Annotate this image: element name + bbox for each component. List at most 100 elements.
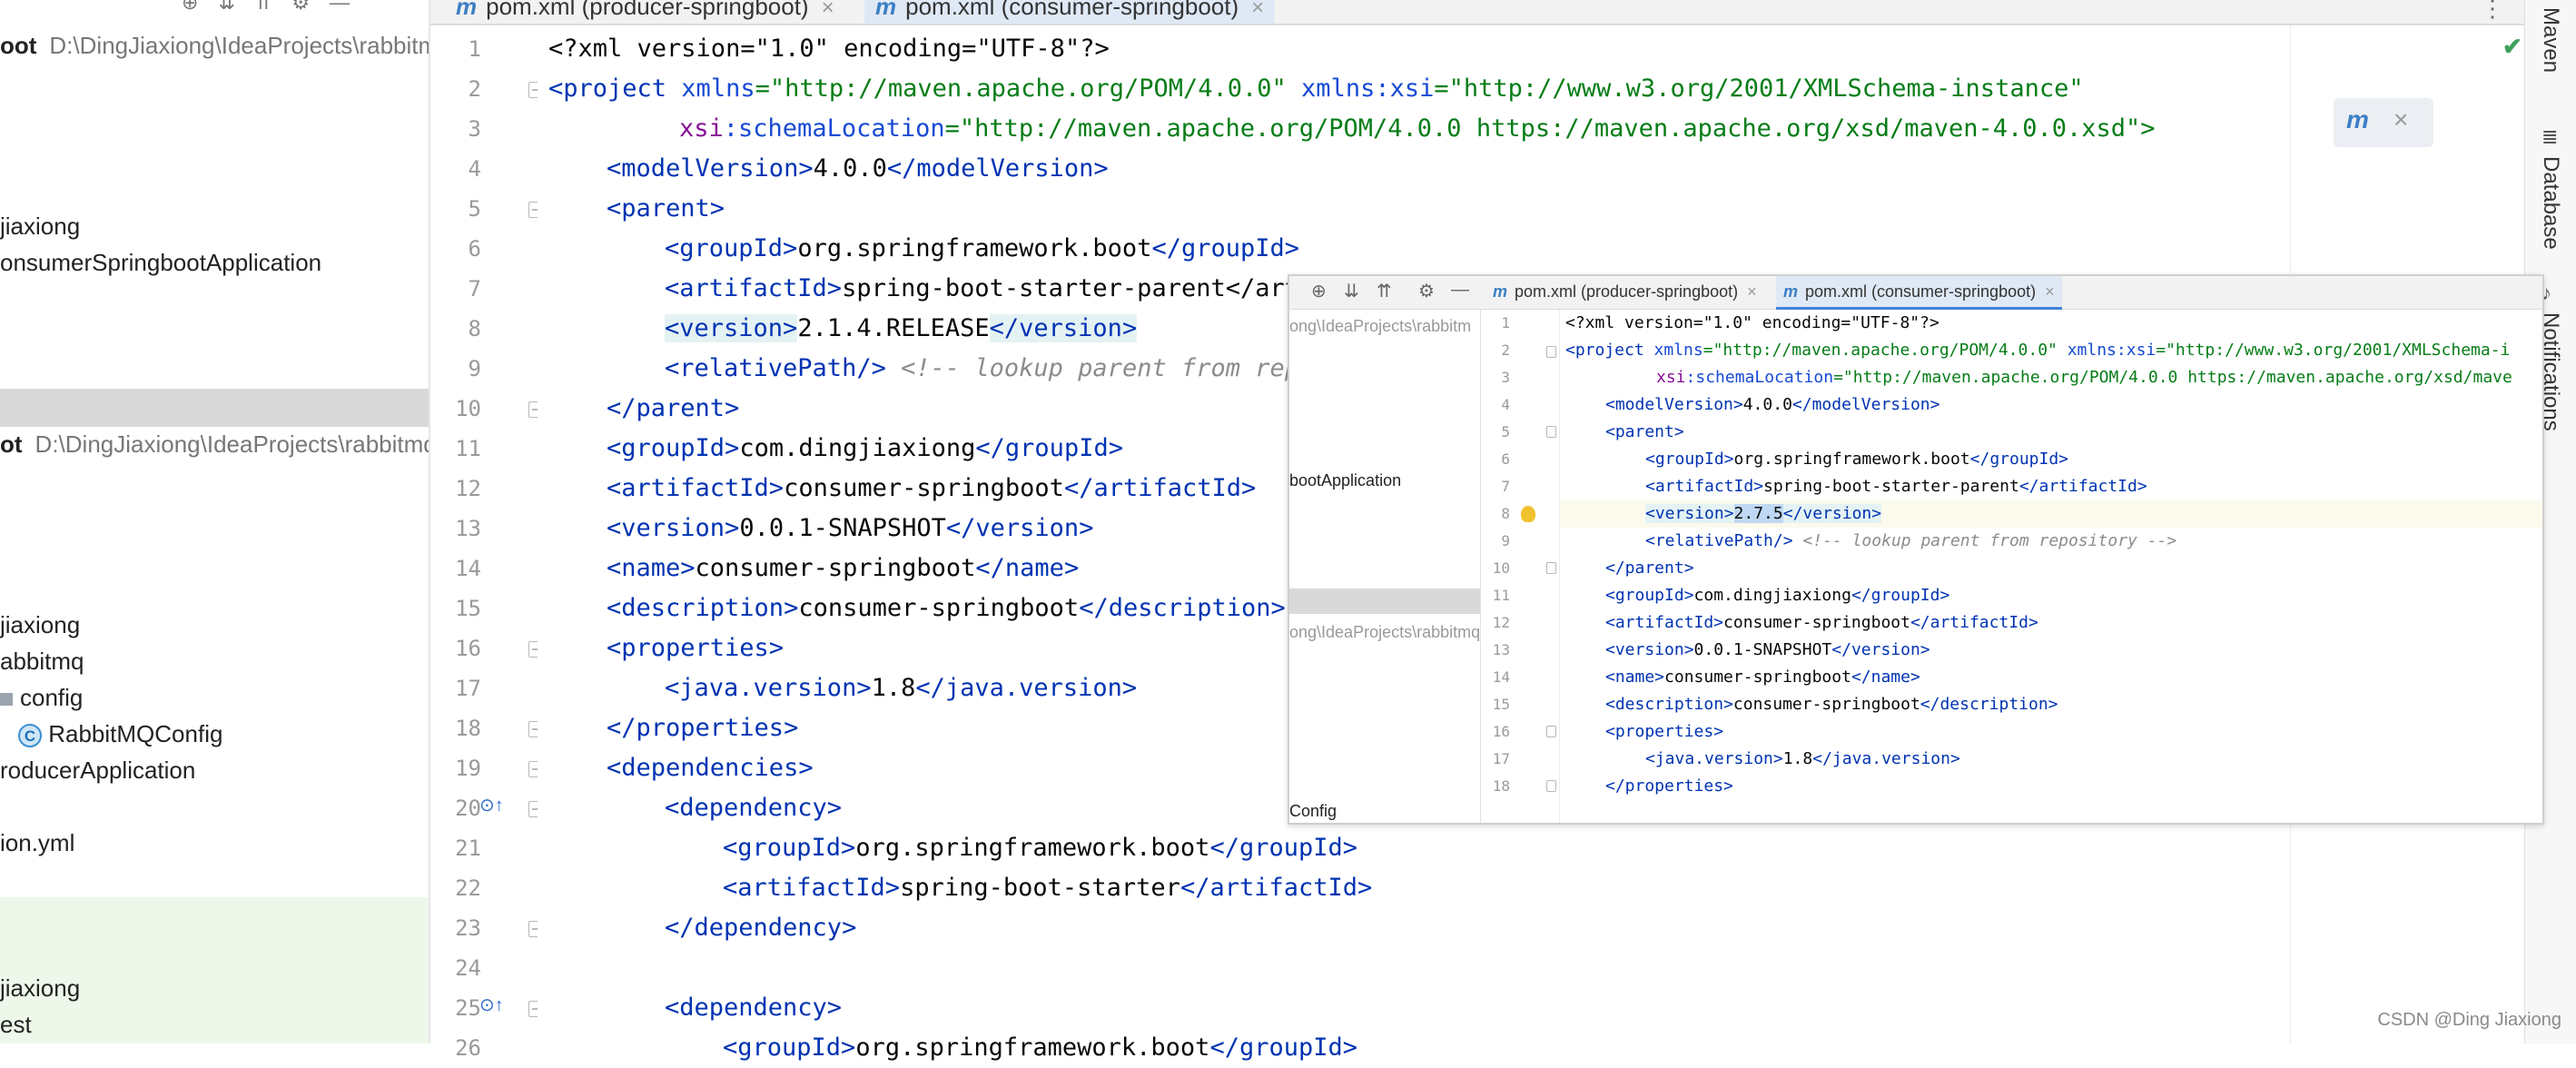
code-line-8: <version>2.1.4.RELEASE</version> — [665, 314, 1138, 342]
tree-item-test[interactable]: est — [0, 1006, 32, 1043]
java-version-value: 1.8 — [871, 674, 916, 702]
code-line-7: <artifactId>spring-boot-starter-parent</… — [1645, 477, 2147, 496]
code-line-12: <artifactId>consumer-springboot</artifac… — [1605, 613, 2038, 632]
line-number: 7 — [1501, 478, 1510, 495]
close-icon[interactable]: × — [1251, 0, 1264, 20]
maven-tool-button[interactable]: Maven — [2538, 7, 2563, 73]
line-number: 7 — [468, 276, 481, 302]
tree-item-label[interactable]: bootApplication — [1289, 468, 1401, 493]
tree-item-application-yml[interactable]: ion.yml — [0, 825, 74, 861]
collapse-all-icon[interactable]: ⇈ — [255, 0, 271, 15]
collapse-all-icon[interactable]: ⇈ — [1377, 280, 1392, 302]
fold-marker-icon[interactable] — [1546, 780, 1556, 792]
line-number: 5 — [1501, 423, 1510, 440]
maven-file-icon: m — [456, 0, 478, 20]
code-line-6: <groupId>org.springframework.boot</group… — [665, 234, 1300, 262]
line-number: 1 — [468, 36, 481, 62]
inset-tab-producer-pom[interactable]: m pom.xml (producer-springboot) × — [1485, 276, 1764, 307]
line-number: 10 — [455, 396, 481, 421]
more-options-icon[interactable]: ⋮ — [2481, 0, 2504, 23]
tree-item-consumer-app[interactable]: onsumerSpringbootApplication — [0, 244, 321, 281]
tab-label: pom.xml (producer-springboot) — [486, 0, 809, 20]
code-line-3: xsi:schemaLocation="http://maven.apache.… — [1656, 364, 2512, 391]
code-line-21: <groupId>org.springframework.boot</group… — [723, 834, 1358, 862]
tree-item-package[interactable]: jiaxiong — [0, 208, 80, 244]
xml-attr: :schemaLocation — [723, 114, 945, 143]
line-number: 17 — [455, 676, 481, 701]
line-number: 14 — [455, 556, 481, 581]
xml-attr: xmlns:xsi — [2057, 341, 2157, 360]
tree-item-producer-app[interactable]: roducerApplication — [0, 752, 195, 788]
version-value: 0.0.1-SNAPSHOT — [739, 514, 946, 542]
line-number: 8 — [1501, 505, 1510, 522]
line-number: 13 — [455, 516, 481, 541]
tree-item-producer-module[interactable]: ot D:\DingJiaxiong\IdeaProjects\rabbitmq — [0, 426, 429, 462]
code-line-13: <version>0.0.1-SNAPSHOT</version> — [1605, 640, 1930, 659]
code-line-12: <artifactId>consumer-springboot</artifac… — [607, 474, 1257, 502]
editor-gutter: 1 2 3 4 5 6 7 8 9 10 11 12 13 14 15 16 1… — [430, 25, 543, 1061]
xml-tag: <project — [548, 74, 667, 103]
description-value: consumer-springboot — [798, 594, 1080, 622]
fold-marker-icon[interactable] — [1546, 426, 1556, 438]
gear-icon[interactable]: ⚙ — [291, 0, 310, 15]
close-icon[interactable]: × — [1747, 282, 1757, 301]
line-number: 20 — [455, 796, 481, 821]
code-line-2: <project xmlns="http://maven.apache.org/… — [548, 69, 2084, 109]
line-number: 8 — [468, 316, 481, 341]
tab-label: pom.xml (consumer-springboot) — [1805, 282, 2037, 301]
line-number: 4 — [468, 156, 481, 182]
dependency-group-id: org.springframework.boot — [855, 1033, 1210, 1062]
line-number: 2 — [1501, 341, 1510, 359]
watermark: CSDN @Ding Jiaxiong — [2377, 1010, 2561, 1030]
close-icon[interactable]: × — [2045, 282, 2055, 301]
name-value: consumer-springboot — [1664, 668, 1851, 687]
target-icon[interactable]: ⊕ — [182, 0, 198, 15]
tree-item-consumer-module[interactable]: oot D:\DingJiaxiong\IdeaProjects\rabbitm — [0, 27, 429, 64]
tree-item-package[interactable]: abbitmq — [0, 643, 84, 679]
hide-icon[interactable]: — — [1451, 280, 1469, 301]
maven-reload-popup[interactable]: m × — [2334, 98, 2433, 147]
fold-marker-icon[interactable] — [1546, 562, 1556, 574]
check-icon[interactable]: ✔ — [2502, 33, 2522, 61]
hide-icon[interactable]: — — [330, 0, 350, 15]
lightbulb-icon[interactable] — [1521, 506, 1535, 522]
tree-item-config-folder[interactable]: config — [0, 679, 83, 716]
close-icon[interactable]: × — [2393, 105, 2408, 134]
maven-reload-icon[interactable]: m — [2346, 105, 2369, 134]
code-line-14: <name>consumer-springboot</name> — [1605, 668, 1920, 687]
tree-item-rabbitmq-config[interactable]: C RabbitMQConfig — [18, 716, 222, 752]
close-icon[interactable]: × — [822, 0, 834, 20]
dependency-group-id: org.springframework.boot — [855, 834, 1210, 862]
line-number: 5 — [468, 196, 481, 222]
line-number: 26 — [455, 1035, 481, 1061]
tree-item-package[interactable]: jiaxiong — [0, 607, 80, 643]
code-line-6: <groupId>org.springframework.boot</group… — [1645, 450, 2069, 469]
class-icon: C — [18, 724, 42, 748]
line-number: 1 — [1501, 314, 1510, 331]
fold-marker-icon[interactable] — [1546, 726, 1556, 737]
tree-item-label[interactable]: ong\IdeaProjects\rabbitmq — [1289, 619, 1480, 645]
module-name: oot — [0, 32, 37, 59]
target-icon[interactable]: ⊕ — [1311, 280, 1327, 302]
expand-all-icon[interactable]: ⇊ — [218, 0, 234, 15]
parent-version-value[interactable]: 2.1.4.RELEASE — [797, 314, 989, 342]
fold-marker-icon[interactable] — [1546, 346, 1556, 358]
line-number: 2 — [468, 76, 481, 102]
database-tool-button[interactable]: Database — [2538, 156, 2563, 250]
parent-version-value[interactable]: 2.7.5 — [1733, 504, 1783, 523]
gear-icon[interactable]: ⚙ — [1418, 280, 1435, 302]
tree-item-label: ion.yml — [0, 829, 75, 856]
override-dependency-icon[interactable]: ⊙↑ — [479, 994, 504, 1016]
tree-item-label[interactable]: Config — [1289, 798, 1337, 823]
line-number: 3 — [1501, 369, 1510, 386]
line-number: 25 — [455, 995, 481, 1021]
tree-item-label[interactable]: ong\IdeaProjects\rabbitm — [1289, 313, 1471, 339]
tab-consumer-pom[interactable]: m pom.xml (consumer-springboot) × — [864, 0, 1276, 24]
line-number: 24 — [455, 955, 481, 981]
tree-item-package[interactable]: jiaxiong — [0, 970, 80, 1006]
line-number: 15 — [1492, 696, 1510, 713]
override-dependency-icon[interactable]: ⊙↑ — [479, 794, 504, 816]
expand-all-icon[interactable]: ⇊ — [1344, 280, 1359, 302]
tab-producer-pom[interactable]: m pom.xml (producer-springboot) × — [447, 0, 844, 24]
inset-tab-consumer-pom[interactable]: m pom.xml (consumer-springboot) × — [1776, 276, 2062, 310]
